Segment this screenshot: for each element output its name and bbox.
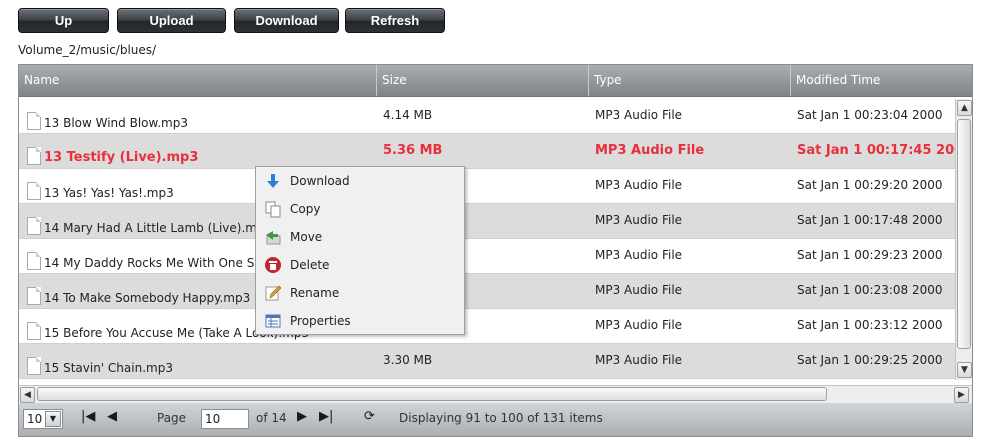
table-row[interactable]: 15 Stavin' Chain.mp3 3.30 MB MP3 Audio Fil…: [19, 344, 955, 379]
modified-time-cell: Sat Jan 1 00:23:08 2000: [797, 283, 943, 297]
file-name-text: 13 Yas! Yas! Yas!.mp3: [44, 186, 174, 200]
file-icon: [27, 287, 41, 305]
scroll-up-icon[interactable]: ▲: [957, 100, 972, 116]
context-menu-label: Delete: [290, 258, 330, 272]
file-icon: [27, 147, 41, 165]
table-row[interactable]: 14 Mary Had A Little Lamb (Live).mp3 MP3 …: [19, 204, 955, 239]
context-menu-download[interactable]: Download: [256, 167, 464, 195]
next-page-icon[interactable]: ▶: [297, 409, 307, 424]
modified-time-cell: Sat Jan 1 00:17:45 2000: [797, 143, 955, 158]
refresh-icon[interactable]: ⟳: [364, 409, 375, 424]
file-name-cell[interactable]: 15 Stavin' Chain.mp3: [27, 353, 372, 375]
modified-time-cell: Sat Jan 1 00:17:48 2000: [797, 213, 943, 227]
column-header-name[interactable]: Name: [19, 65, 376, 96]
delete-icon: [264, 256, 282, 274]
page-number-input[interactable]: 10: [201, 409, 249, 429]
vertical-scrollbar[interactable]: ▲ ▼: [955, 99, 972, 380]
context-menu-label: Copy: [290, 202, 321, 216]
properties-icon: [264, 312, 282, 330]
file-size-cell: 3.30 MB: [383, 353, 433, 367]
table-row[interactable]: 14 To Make Somebody Happy.mp3 MP3 Audio F…: [19, 274, 955, 309]
file-name-cell[interactable]: 13 Blow Wind Blow.mp3: [27, 108, 372, 130]
file-type-cell: MP3 Audio File: [595, 213, 683, 227]
page-size-value: 10: [27, 412, 43, 426]
table-row[interactable]: 14 My Daddy Rocks Me With One Steady Rol…: [19, 239, 955, 274]
chevron-down-icon[interactable]: ▼: [45, 411, 61, 427]
file-name-text: 14 To Make Somebody Happy.mp3: [44, 291, 251, 305]
file-type-cell: MP3 Audio File: [595, 283, 683, 297]
file-type-cell: MP3 Audio File: [595, 353, 683, 367]
last-page-icon[interactable]: ▶|: [319, 409, 333, 424]
file-name-cell[interactable]: 13 Testify (Live).mp3: [27, 143, 372, 165]
current-path: Volume_2/music/blues/: [18, 43, 157, 57]
grid-header: Name Size Type Modified Time: [19, 65, 972, 97]
move-icon: [264, 228, 282, 246]
file-size-cell: 5.36 MB: [383, 143, 443, 158]
file-icon: [27, 357, 41, 375]
scroll-down-icon[interactable]: ▼: [957, 362, 972, 378]
vertical-scroll-thumb[interactable]: [957, 119, 971, 349]
context-menu-label: Move: [290, 230, 323, 244]
file-icon: [27, 252, 41, 270]
context-menu-label: Rename: [290, 286, 340, 300]
file-icon: [27, 322, 41, 340]
file-name-text: 14 Mary Had A Little Lamb (Live).mp3: [44, 221, 273, 235]
prev-page-icon[interactable]: ◀: [107, 409, 117, 424]
context-menu-properties[interactable]: Properties: [256, 307, 464, 335]
modified-time-cell: Sat Jan 1 00:23:12 2000: [797, 318, 943, 332]
modified-time-cell: Sat Jan 1 00:23:04 2000: [797, 108, 943, 122]
column-header-size[interactable]: Size: [376, 65, 588, 96]
rename-pencil-icon: [264, 284, 282, 302]
scroll-right-icon[interactable]: ▶: [954, 387, 969, 403]
context-menu-copy[interactable]: Copy: [256, 195, 464, 223]
table-row[interactable]: 13 Testify (Live).mp3 5.36 MB MP3 Audio Fi…: [19, 134, 955, 169]
page-count: of 14: [256, 411, 287, 425]
file-type-cell: MP3 Audio File: [595, 143, 705, 158]
file-icon: [27, 112, 41, 130]
table-row[interactable]: 13 Yas! Yas! Yas!.mp3 MP3 Audio File Sat J…: [19, 169, 955, 204]
file-name-text: 13 Testify (Live).mp3: [44, 150, 199, 165]
file-size-cell: 4.14 MB: [383, 108, 433, 122]
table-row[interactable]: 15 Before You Accuse Me (Take A Look).mp…: [19, 309, 955, 344]
context-menu: Download Copy Move Delete Rename Propert…: [255, 166, 465, 335]
up-button[interactable]: Up: [18, 8, 109, 33]
file-name-text: 15 Stavin' Chain.mp3: [44, 361, 173, 375]
horizontal-scroll-thumb[interactable]: [37, 387, 827, 401]
page-size-select[interactable]: 10 ▼: [23, 409, 63, 429]
file-name-text: 13 Blow Wind Blow.mp3: [44, 116, 188, 130]
file-type-cell: MP3 Audio File: [595, 108, 683, 122]
scroll-left-icon[interactable]: ◀: [20, 387, 35, 403]
context-menu-rename[interactable]: Rename: [256, 279, 464, 307]
file-type-cell: MP3 Audio File: [595, 248, 683, 262]
table-row[interactable]: 13 Blow Wind Blow.mp3 4.14 MB MP3 Audio Fi…: [19, 99, 955, 134]
display-status: Displaying 91 to 100 of 131 items: [399, 411, 603, 425]
context-menu-label: Properties: [290, 314, 351, 328]
modified-time-cell: Sat Jan 1 00:29:20 2000: [797, 178, 943, 192]
context-menu-delete[interactable]: Delete: [256, 251, 464, 279]
download-arrow-icon: [264, 172, 282, 190]
download-button[interactable]: Download: [234, 8, 339, 33]
modified-time-cell: Sat Jan 1 00:29:25 2000: [797, 353, 943, 367]
pager: 10 ▼ |◀ ◀ Page 10 of 14 ▶ ▶| ⟳ Displayin…: [19, 403, 972, 436]
upload-button[interactable]: Upload: [117, 8, 226, 33]
column-header-type[interactable]: Type: [588, 65, 790, 96]
copy-icon: [264, 200, 282, 218]
file-type-cell: MP3 Audio File: [595, 178, 683, 192]
refresh-button[interactable]: Refresh: [345, 8, 445, 33]
page-label: Page: [157, 411, 187, 425]
first-page-icon[interactable]: |◀: [81, 409, 95, 424]
file-grid: Name Size Type Modified Time 13 Blow Win…: [18, 64, 973, 437]
modified-time-cell: Sat Jan 1 00:29:23 2000: [797, 248, 943, 262]
column-header-modified[interactable]: Modified Time: [790, 65, 972, 96]
file-type-cell: MP3 Audio File: [595, 318, 683, 332]
context-menu-label: Download: [290, 174, 350, 188]
horizontal-scrollbar[interactable]: ◀ ▶: [19, 385, 972, 403]
file-icon: [27, 217, 41, 235]
context-menu-move[interactable]: Move: [256, 223, 464, 251]
file-icon: [27, 182, 41, 200]
